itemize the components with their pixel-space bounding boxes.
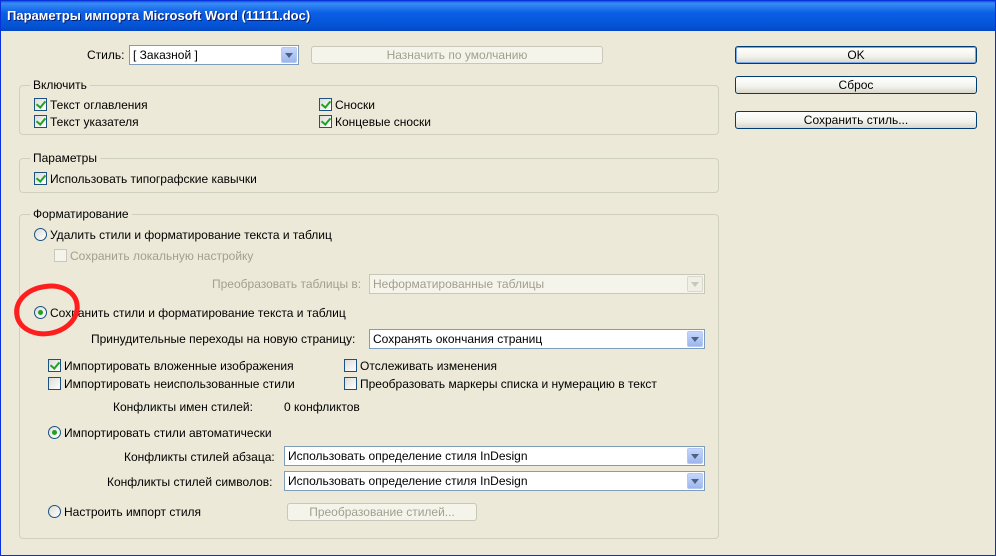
page-breaks-select[interactable]: Сохранять окончания страниц: [369, 329, 705, 349]
typographer-quotes-checkbox[interactable]: [34, 172, 47, 185]
style-mapping-button[interactable]: Преобразование стилей...: [287, 503, 477, 521]
customize-import-label[interactable]: Настроить импорт стиля: [64, 505, 201, 519]
keep-local-checkbox[interactable]: [54, 249, 67, 262]
keep-local-label[interactable]: Сохранить локальную настройку: [70, 249, 253, 263]
formatting-group-title: Форматирование: [30, 207, 132, 221]
chevron-down-icon[interactable]: [687, 473, 703, 489]
index-text-checkbox[interactable]: [34, 115, 47, 128]
char-conflicts-select[interactable]: Использовать определение стиля InDesign: [284, 471, 705, 491]
convert-tables-value: Неформатированные таблицы: [373, 277, 545, 291]
remove-styles-radio[interactable]: [34, 228, 47, 241]
track-changes-checkbox[interactable]: [344, 359, 357, 372]
toc-text-label[interactable]: Текст оглавления: [50, 98, 148, 112]
import-options-dialog: Параметры импорта Microsoft Word (11111.…: [0, 0, 996, 556]
style-label: Стиль:: [87, 48, 125, 62]
para-conflicts-select[interactable]: Использовать определение стиля InDesign: [284, 446, 705, 466]
chevron-down-icon[interactable]: [687, 276, 703, 292]
set-default-button[interactable]: Назначить по умолчанию: [311, 46, 603, 64]
keep-styles-label[interactable]: Сохранить стили и форматирование текста …: [50, 306, 346, 320]
char-conflicts-label: Конфликты стилей символов:: [107, 475, 273, 489]
convert-tables-label: Преобразовать таблицы в:: [212, 277, 362, 291]
char-conflicts-value: Использовать определение стиля InDesign: [288, 474, 528, 488]
import-inline-graphics-checkbox[interactable]: [48, 359, 61, 372]
include-group-title: Включить: [30, 78, 90, 92]
save-style-button[interactable]: Сохранить стиль...: [735, 111, 977, 129]
customize-import-radio[interactable]: [48, 505, 61, 518]
index-text-label[interactable]: Текст указателя: [50, 115, 139, 129]
chevron-down-icon[interactable]: [687, 448, 703, 464]
style-select-value: [ Заказной ]: [133, 48, 198, 62]
typographer-quotes-label[interactable]: Использовать типографские кавычки: [50, 172, 257, 186]
toc-text-checkbox[interactable]: [34, 98, 47, 111]
style-conflicts-label: Конфликты имен стилей:: [113, 400, 253, 414]
convert-bullets-checkbox[interactable]: [344, 377, 357, 390]
page-breaks-value: Сохранять окончания страниц: [373, 332, 543, 346]
window-title: Параметры импорта Microsoft Word (11111.…: [7, 8, 311, 23]
options-group-title: Параметры: [30, 151, 100, 165]
para-conflicts-label: Конфликты стилей абзаца:: [124, 450, 275, 464]
footnotes-label[interactable]: Сноски: [335, 98, 375, 112]
import-inline-graphics-label[interactable]: Импортировать вложенные изображения: [64, 359, 294, 373]
chevron-down-icon[interactable]: [281, 47, 297, 63]
endnotes-checkbox[interactable]: [319, 115, 332, 128]
footnotes-checkbox[interactable]: [319, 98, 332, 111]
para-conflicts-value: Использовать определение стиля InDesign: [288, 449, 528, 463]
page-breaks-label: Принудительные переходы на новую страниц…: [91, 332, 356, 346]
ok-button[interactable]: OK: [735, 46, 977, 64]
import-styles-auto-label[interactable]: Импортировать стили автоматически: [64, 426, 272, 440]
track-changes-label[interactable]: Отслеживать изменения: [360, 359, 497, 373]
chevron-down-icon[interactable]: [687, 331, 703, 347]
import-styles-auto-radio[interactable]: [48, 426, 61, 439]
title-bar: Параметры импорта Microsoft Word (11111.…: [1, 1, 995, 31]
remove-styles-label[interactable]: Удалить стили и форматирование текста и …: [50, 228, 332, 242]
endnotes-label[interactable]: Концевые сноски: [335, 115, 431, 129]
convert-bullets-label[interactable]: Преобразовать маркеры списка и нумерацию…: [360, 377, 657, 391]
reset-button[interactable]: Сброс: [735, 76, 977, 94]
import-unused-styles-checkbox[interactable]: [48, 377, 61, 390]
style-conflicts-value: 0 конфликтов: [284, 400, 360, 414]
convert-tables-select[interactable]: Неформатированные таблицы: [369, 274, 705, 294]
import-unused-styles-label[interactable]: Импортировать неиспользованные стили: [64, 377, 295, 391]
style-select[interactable]: [ Заказной ]: [129, 45, 299, 65]
